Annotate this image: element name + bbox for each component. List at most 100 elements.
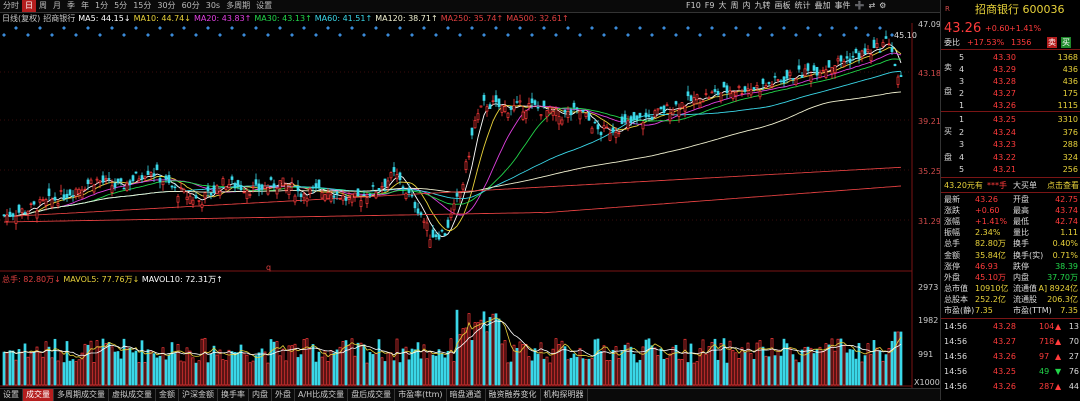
- volume-bar: [218, 349, 222, 386]
- indicator-tab[interactable]: A/H比成交量: [295, 389, 349, 401]
- ask-row[interactable]: 2 43.27 175: [941, 88, 1080, 99]
- volume-bar: [524, 343, 528, 386]
- volume-bar: [620, 351, 624, 386]
- volume-bar: [500, 343, 504, 386]
- period-item[interactable]: 1分: [92, 0, 111, 12]
- ask-row[interactable]: 1 43.26 1115: [941, 100, 1080, 111]
- indicator-tab[interactable]: 外盘: [272, 389, 295, 401]
- candle-body: [791, 78, 795, 80]
- indicator-tab[interactable]: 暗盘通道: [447, 389, 486, 401]
- period-item[interactable]: 15分: [130, 0, 154, 12]
- indicator-tab[interactable]: 市盈率(ttm): [395, 389, 447, 401]
- indicator-tab[interactable]: 沪深金额: [179, 389, 218, 401]
- bid-level: 4: [959, 152, 965, 162]
- candle-body: [86, 179, 90, 185]
- toolbar-button[interactable]: F9: [703, 0, 717, 12]
- stat-label: 涨跌: [944, 206, 960, 216]
- volume-bar: [167, 354, 171, 386]
- period-item[interactable]: 周: [36, 0, 50, 12]
- candle-body: [638, 112, 642, 118]
- toolbar-button[interactable]: 统计: [792, 0, 812, 12]
- ask-row[interactable]: 5 43.30 1368: [941, 52, 1080, 63]
- candle-body: [530, 98, 534, 104]
- tick-time: 14:56: [944, 367, 968, 376]
- period-item[interactable]: 月: [50, 0, 64, 12]
- candle-body: [317, 179, 321, 189]
- period-item[interactable]: 30分: [154, 0, 178, 12]
- candle-body: [287, 186, 291, 195]
- period-item[interactable]: 60分: [179, 0, 203, 12]
- candle-body: [887, 43, 891, 45]
- indicator-tab[interactable]: 成交量: [23, 389, 54, 401]
- bid-row[interactable]: 2 43.24 376: [941, 127, 1080, 138]
- toolbar-button[interactable]: 周: [728, 0, 740, 12]
- period-item[interactable]: 30s: [203, 0, 223, 12]
- indicator-tab[interactable]: 机构探明器: [541, 389, 588, 401]
- candle-body: [359, 200, 363, 207]
- indicator-tab[interactable]: 金额: [156, 389, 179, 401]
- sell-tag[interactable]: 卖: [1047, 37, 1057, 48]
- bid-price: 43.24: [993, 127, 1016, 137]
- period-item[interactable]: 年: [78, 0, 92, 12]
- candle-body: [821, 69, 825, 72]
- candle-body: [626, 120, 630, 129]
- toolbar-button[interactable]: ⚙: [877, 0, 888, 12]
- volume-bar: [656, 355, 660, 386]
- toolbar-button[interactable]: F10: [684, 0, 703, 12]
- indicator-tab[interactable]: 多周期成交量: [54, 389, 109, 401]
- ask-row[interactable]: 4 43.29 436: [941, 64, 1080, 75]
- ask-row[interactable]: 3 43.28 436: [941, 76, 1080, 87]
- candle-body: [767, 82, 771, 85]
- period-item[interactable]: 多周期: [223, 0, 253, 12]
- volume-bar: [38, 351, 42, 386]
- volume-bar: [695, 361, 699, 386]
- stat-label: 跌停: [1013, 261, 1029, 271]
- candle-body: [383, 178, 387, 187]
- volume-bar: [113, 351, 117, 386]
- toolbar-button[interactable]: 叠加: [812, 0, 832, 12]
- candle-body: [266, 187, 270, 195]
- candle-body: [350, 193, 354, 203]
- period-item[interactable]: 季: [64, 0, 78, 12]
- candle-body: [161, 181, 165, 186]
- period-item[interactable]: 日: [22, 0, 36, 12]
- volume-bar: [770, 338, 774, 386]
- volume-bar: [845, 352, 849, 386]
- toolbar-button[interactable]: ⇄: [866, 0, 877, 12]
- volume-bar: [791, 354, 795, 386]
- volume-bar: [26, 356, 30, 386]
- bid-row[interactable]: 5 43.21 256: [941, 164, 1080, 175]
- candle-body: [833, 65, 837, 73]
- toolbar-button[interactable]: 画板: [772, 0, 792, 12]
- bid-price: 43.23: [993, 140, 1016, 149]
- toolbar-button[interactable]: 大: [716, 0, 728, 12]
- period-item[interactable]: 设置: [253, 0, 275, 12]
- bid-row[interactable]: 3 43.23 288: [941, 139, 1080, 150]
- event-marker: [194, 33, 198, 37]
- toolbar-button[interactable]: 事件: [832, 0, 852, 12]
- stat-label: 最新: [944, 195, 960, 204]
- ma-legend-item: MA5: 44.15↓: [78, 14, 131, 23]
- volume-bar: [389, 352, 393, 386]
- indicator-tab[interactable]: 盘后成交量: [348, 389, 396, 401]
- bigorder-link[interactable]: 点击查看: [1047, 180, 1079, 191]
- indicator-tab[interactable]: 设置: [0, 389, 23, 401]
- period-item[interactable]: 分时: [0, 0, 22, 12]
- toolbar-button[interactable]: 内: [740, 0, 752, 12]
- event-marker: [362, 33, 366, 37]
- volume-bar: [899, 331, 903, 386]
- kline-chart[interactable]: [0, 23, 938, 388]
- buy-tag[interactable]: 买: [1061, 37, 1071, 48]
- toolbar-button[interactable]: 九转: [752, 0, 772, 12]
- toolbar-button[interactable]: ➕: [852, 0, 866, 12]
- indicator-tab[interactable]: 虚拟成交量: [109, 389, 156, 401]
- event-marker: [134, 26, 138, 30]
- indicator-tab[interactable]: 内盘: [249, 389, 272, 401]
- stat-value: 43.26: [975, 195, 998, 204]
- indicator-tab[interactable]: 换手率: [218, 389, 249, 401]
- period-item[interactable]: 5分: [111, 0, 130, 12]
- volume-bar: [125, 346, 129, 386]
- bid-row[interactable]: 1 43.25 3310: [941, 114, 1080, 125]
- indicator-tab[interactable]: 融资融券变化: [486, 389, 541, 401]
- bid-row[interactable]: 4 43.22 324: [941, 152, 1080, 163]
